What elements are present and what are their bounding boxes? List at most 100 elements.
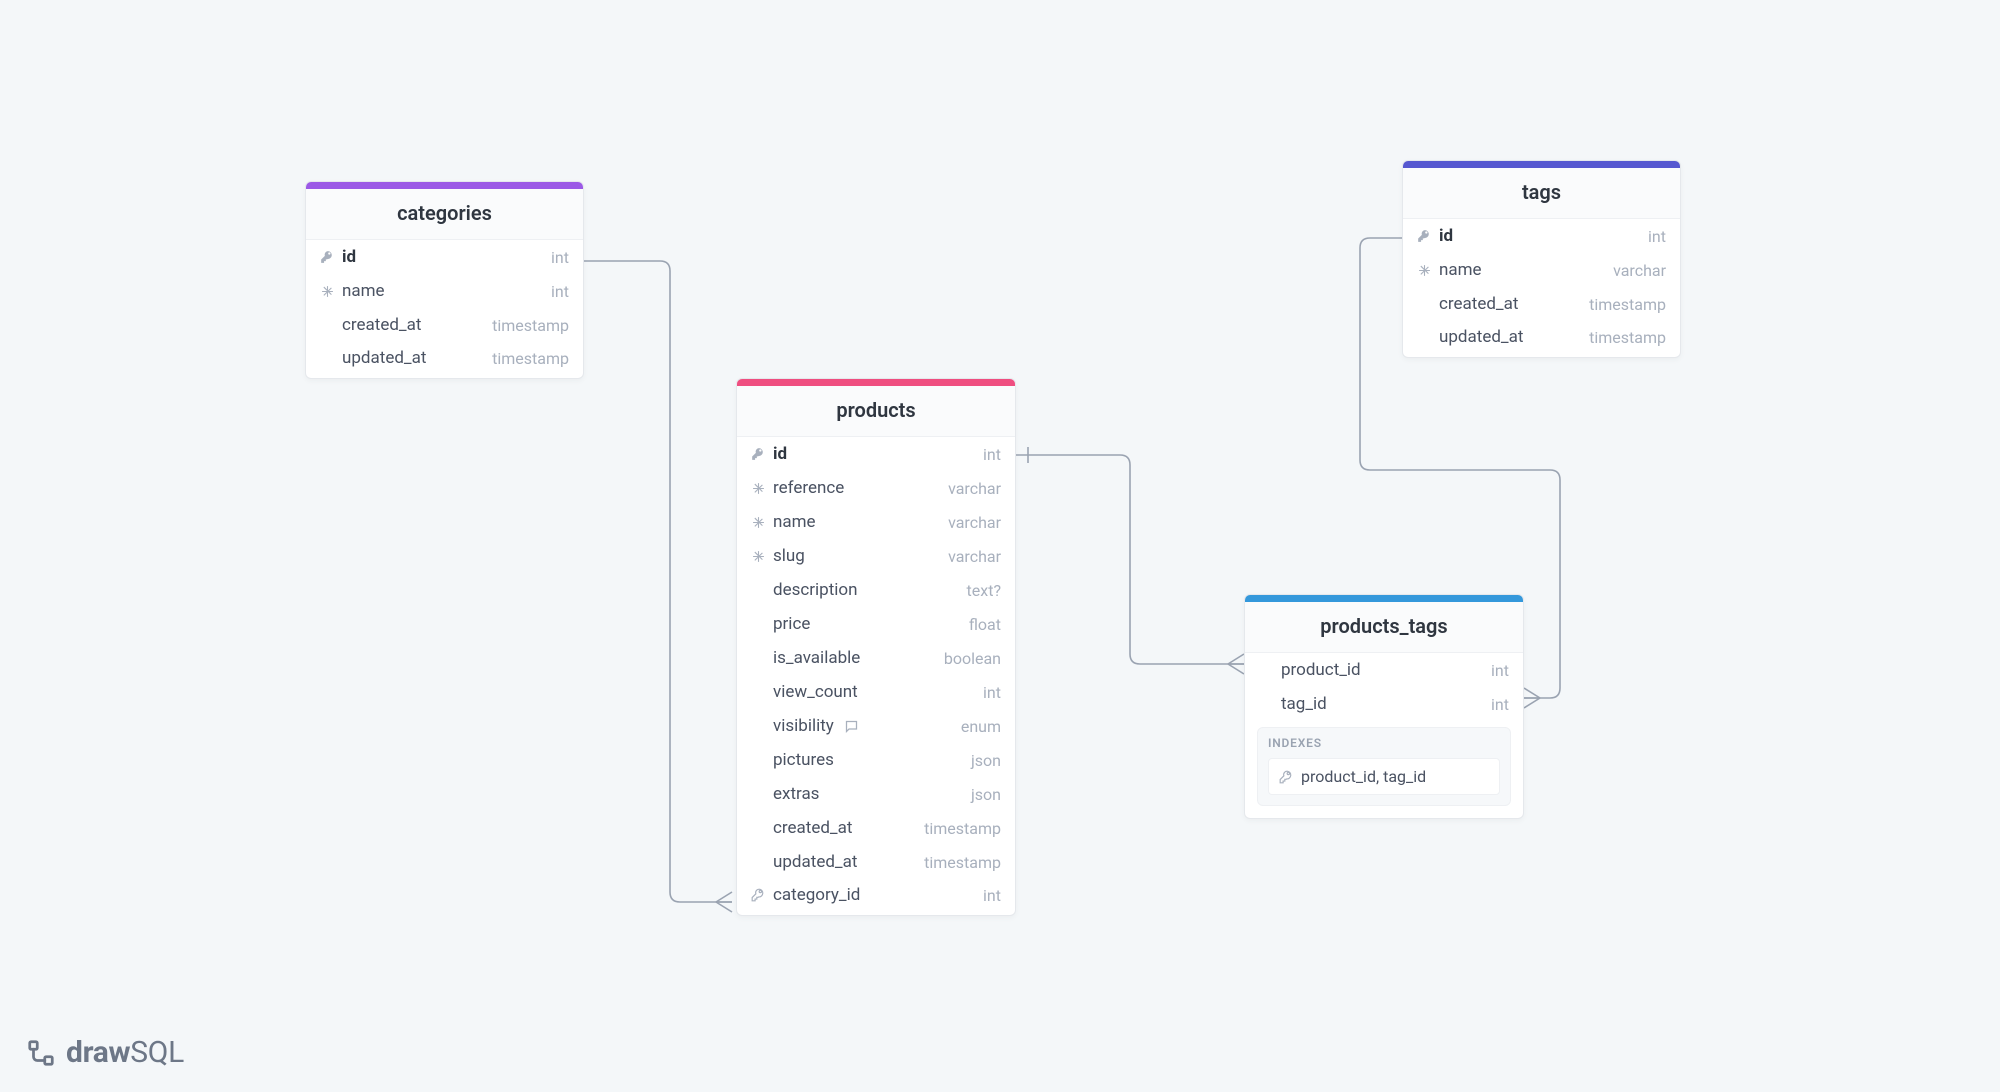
crowfoot-productstags-product-id — [1228, 654, 1244, 674]
col-name: created_at — [342, 315, 421, 335]
index-columns: product_id, tag_id — [1301, 767, 1426, 786]
col-type: int — [983, 886, 1001, 905]
col-type: int — [551, 248, 569, 267]
snowflake-icon — [318, 285, 336, 298]
col-products-pictures[interactable]: pictures json — [737, 743, 1015, 777]
col-products-id[interactable]: id int — [737, 437, 1015, 471]
snowflake-icon — [749, 482, 767, 495]
col-productstags-tag-id[interactable]: tag_id int — [1245, 687, 1523, 721]
logo-icon — [26, 1038, 56, 1068]
foreign-key-icon — [1279, 770, 1293, 784]
table-categories[interactable]: categories id int name int — [305, 181, 584, 379]
col-name: pictures — [773, 750, 834, 770]
col-type: int — [1491, 695, 1509, 714]
col-tags-name[interactable]: name varchar — [1403, 253, 1680, 287]
snowflake-icon — [1415, 264, 1433, 277]
col-type: int — [983, 683, 1001, 702]
table-products[interactable]: products id int reference varcha — [736, 378, 1016, 916]
col-name: price — [773, 614, 810, 634]
index-item[interactable]: product_id, tag_id — [1268, 758, 1500, 795]
table-title-products: products — [737, 386, 1015, 437]
col-products-visibility[interactable]: visibility enum — [737, 709, 1015, 743]
col-name: created_at — [773, 818, 852, 838]
col-type: timestamp — [1589, 328, 1666, 347]
col-productstags-product-id[interactable]: product_id int — [1245, 653, 1523, 687]
col-type: int — [1491, 661, 1509, 680]
col-type: float — [969, 615, 1001, 634]
col-type: timestamp — [492, 316, 569, 335]
col-type: int — [983, 445, 1001, 464]
col-name: view_count — [773, 682, 858, 702]
col-tags-created-at[interactable]: created_at timestamp — [1403, 287, 1680, 321]
col-products-slug[interactable]: slug varchar — [737, 539, 1015, 573]
col-products-created-at[interactable]: created_at timestamp — [737, 811, 1015, 845]
col-tags-updated-at[interactable]: updated_at timestamp — [1403, 321, 1680, 357]
col-name: name — [773, 512, 816, 532]
col-name: id — [1439, 226, 1453, 246]
connector-categories-products — [584, 261, 732, 902]
indexes-box: INDEXES product_id, tag_id — [1257, 727, 1511, 806]
col-products-description[interactable]: description text? — [737, 573, 1015, 607]
col-categories-updated-at[interactable]: updated_at timestamp — [306, 342, 583, 378]
logo-text: drawSQL — [66, 1035, 184, 1070]
col-type: int — [1648, 227, 1666, 246]
key-icon — [1415, 229, 1433, 243]
snowflake-icon — [749, 550, 767, 563]
col-name: created_at — [1439, 294, 1518, 314]
table-columns-products: id int reference varchar name — [737, 437, 1015, 915]
col-name: description — [773, 580, 858, 600]
col-name: updated_at — [1439, 327, 1523, 347]
comment-icon — [844, 719, 859, 734]
table-columns-products-tags: product_id int tag_id int — [1245, 653, 1523, 721]
foreign-key-icon — [749, 888, 767, 902]
table-accent-categories — [306, 182, 583, 189]
col-type: timestamp — [492, 349, 569, 368]
col-type: timestamp — [924, 853, 1001, 872]
table-title-tags: tags — [1403, 168, 1680, 219]
table-accent-products-tags — [1245, 595, 1523, 602]
col-name: visibility — [773, 716, 834, 736]
col-name: updated_at — [342, 348, 426, 368]
col-products-name[interactable]: name varchar — [737, 505, 1015, 539]
col-products-extras[interactable]: extras json — [737, 777, 1015, 811]
col-type: text? — [967, 581, 1001, 600]
indexes-label: INDEXES — [1268, 736, 1500, 750]
col-type: boolean — [944, 649, 1001, 668]
col-products-updated-at[interactable]: updated_at timestamp — [737, 845, 1015, 879]
col-type: timestamp — [1589, 295, 1666, 314]
col-name: slug — [773, 546, 805, 566]
col-name: updated_at — [773, 852, 857, 872]
col-products-reference[interactable]: reference varchar — [737, 471, 1015, 505]
col-products-is-available[interactable]: is_available boolean — [737, 641, 1015, 675]
snowflake-icon — [749, 516, 767, 529]
col-type: varchar — [1613, 261, 1666, 280]
crowfoot-products-category-id — [716, 892, 732, 912]
col-name: tag_id — [1281, 694, 1327, 714]
col-name: product_id — [1281, 660, 1361, 680]
table-products-tags[interactable]: products_tags product_id int tag_id int … — [1244, 594, 1524, 819]
col-categories-id[interactable]: id int — [306, 240, 583, 274]
col-products-price[interactable]: price float — [737, 607, 1015, 641]
brand-logo: drawSQL — [26, 1035, 184, 1070]
table-columns-tags: id int name varchar created_at timestamp — [1403, 219, 1680, 357]
col-name: is_available — [773, 648, 860, 668]
col-categories-created-at[interactable]: created_at timestamp — [306, 308, 583, 342]
col-name: id — [773, 444, 787, 464]
table-accent-products — [737, 379, 1015, 386]
col-type: varchar — [948, 547, 1001, 566]
col-tags-id[interactable]: id int — [1403, 219, 1680, 253]
col-type: varchar — [948, 513, 1001, 532]
col-name: name — [342, 281, 385, 301]
diagram-canvas[interactable]: categories id int name int — [0, 0, 2000, 1092]
col-products-view-count[interactable]: view_count int — [737, 675, 1015, 709]
connector-products-productstags — [1016, 455, 1244, 664]
table-columns-categories: id int name int created_at timestamp — [306, 240, 583, 378]
key-icon — [749, 447, 767, 461]
table-tags[interactable]: tags id int name varchar — [1402, 160, 1681, 358]
crowfoot-productstags-tag-id — [1524, 688, 1540, 708]
col-type: int — [551, 282, 569, 301]
col-name: category_id — [773, 885, 860, 905]
col-categories-name[interactable]: name int — [306, 274, 583, 308]
col-name: id — [342, 247, 356, 267]
col-products-category-id[interactable]: category_id int — [737, 879, 1015, 915]
